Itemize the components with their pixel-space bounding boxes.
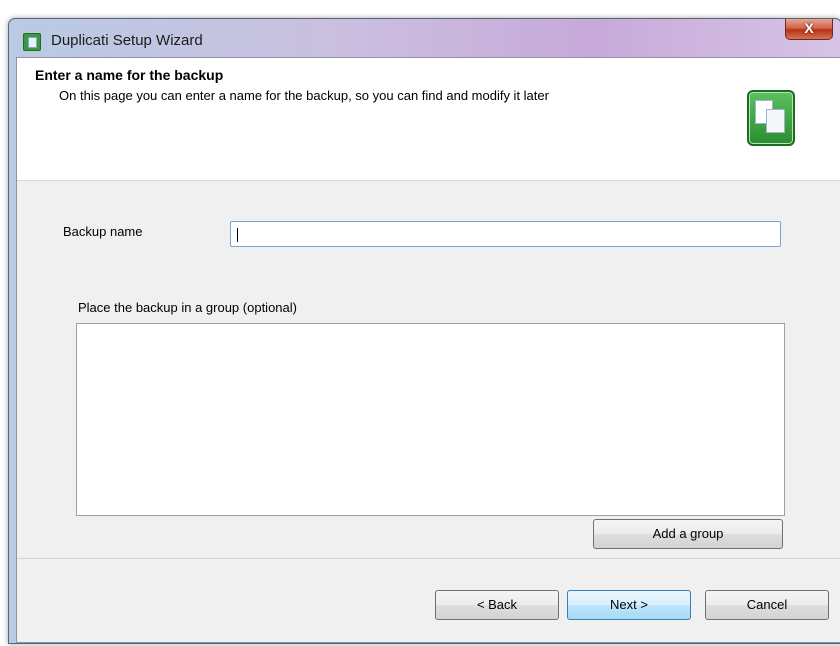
wizard-header: Enter a name for the backup On this page… (17, 58, 840, 181)
duplicati-app-icon (23, 33, 41, 51)
text-caret (237, 228, 238, 242)
document-copy-icon (766, 109, 785, 133)
close-button[interactable]: X (785, 19, 833, 40)
backup-documents-icon (747, 90, 795, 146)
page-title: Enter a name for the backup (35, 67, 224, 83)
group-list[interactable] (76, 323, 785, 516)
group-label: Place the backup in a group (optional) (78, 300, 297, 315)
title-bar[interactable]: Duplicati Setup Wizard X (9, 19, 840, 57)
backup-name-label: Backup name (63, 224, 143, 239)
next-button[interactable]: Next > (567, 590, 691, 620)
add-group-button[interactable]: Add a group (593, 519, 783, 549)
wizard-window: Duplicati Setup Wizard X Enter a name fo… (8, 18, 840, 644)
footer-divider (17, 558, 840, 559)
page-description: On this page you can enter a name for th… (59, 88, 549, 103)
wizard-client-area: Enter a name for the backup On this page… (16, 57, 840, 643)
backup-name-input[interactable] (230, 221, 781, 247)
window-title: Duplicati Setup Wizard (51, 32, 203, 49)
cancel-button[interactable]: Cancel (705, 590, 829, 620)
back-button[interactable]: < Back (435, 590, 559, 620)
